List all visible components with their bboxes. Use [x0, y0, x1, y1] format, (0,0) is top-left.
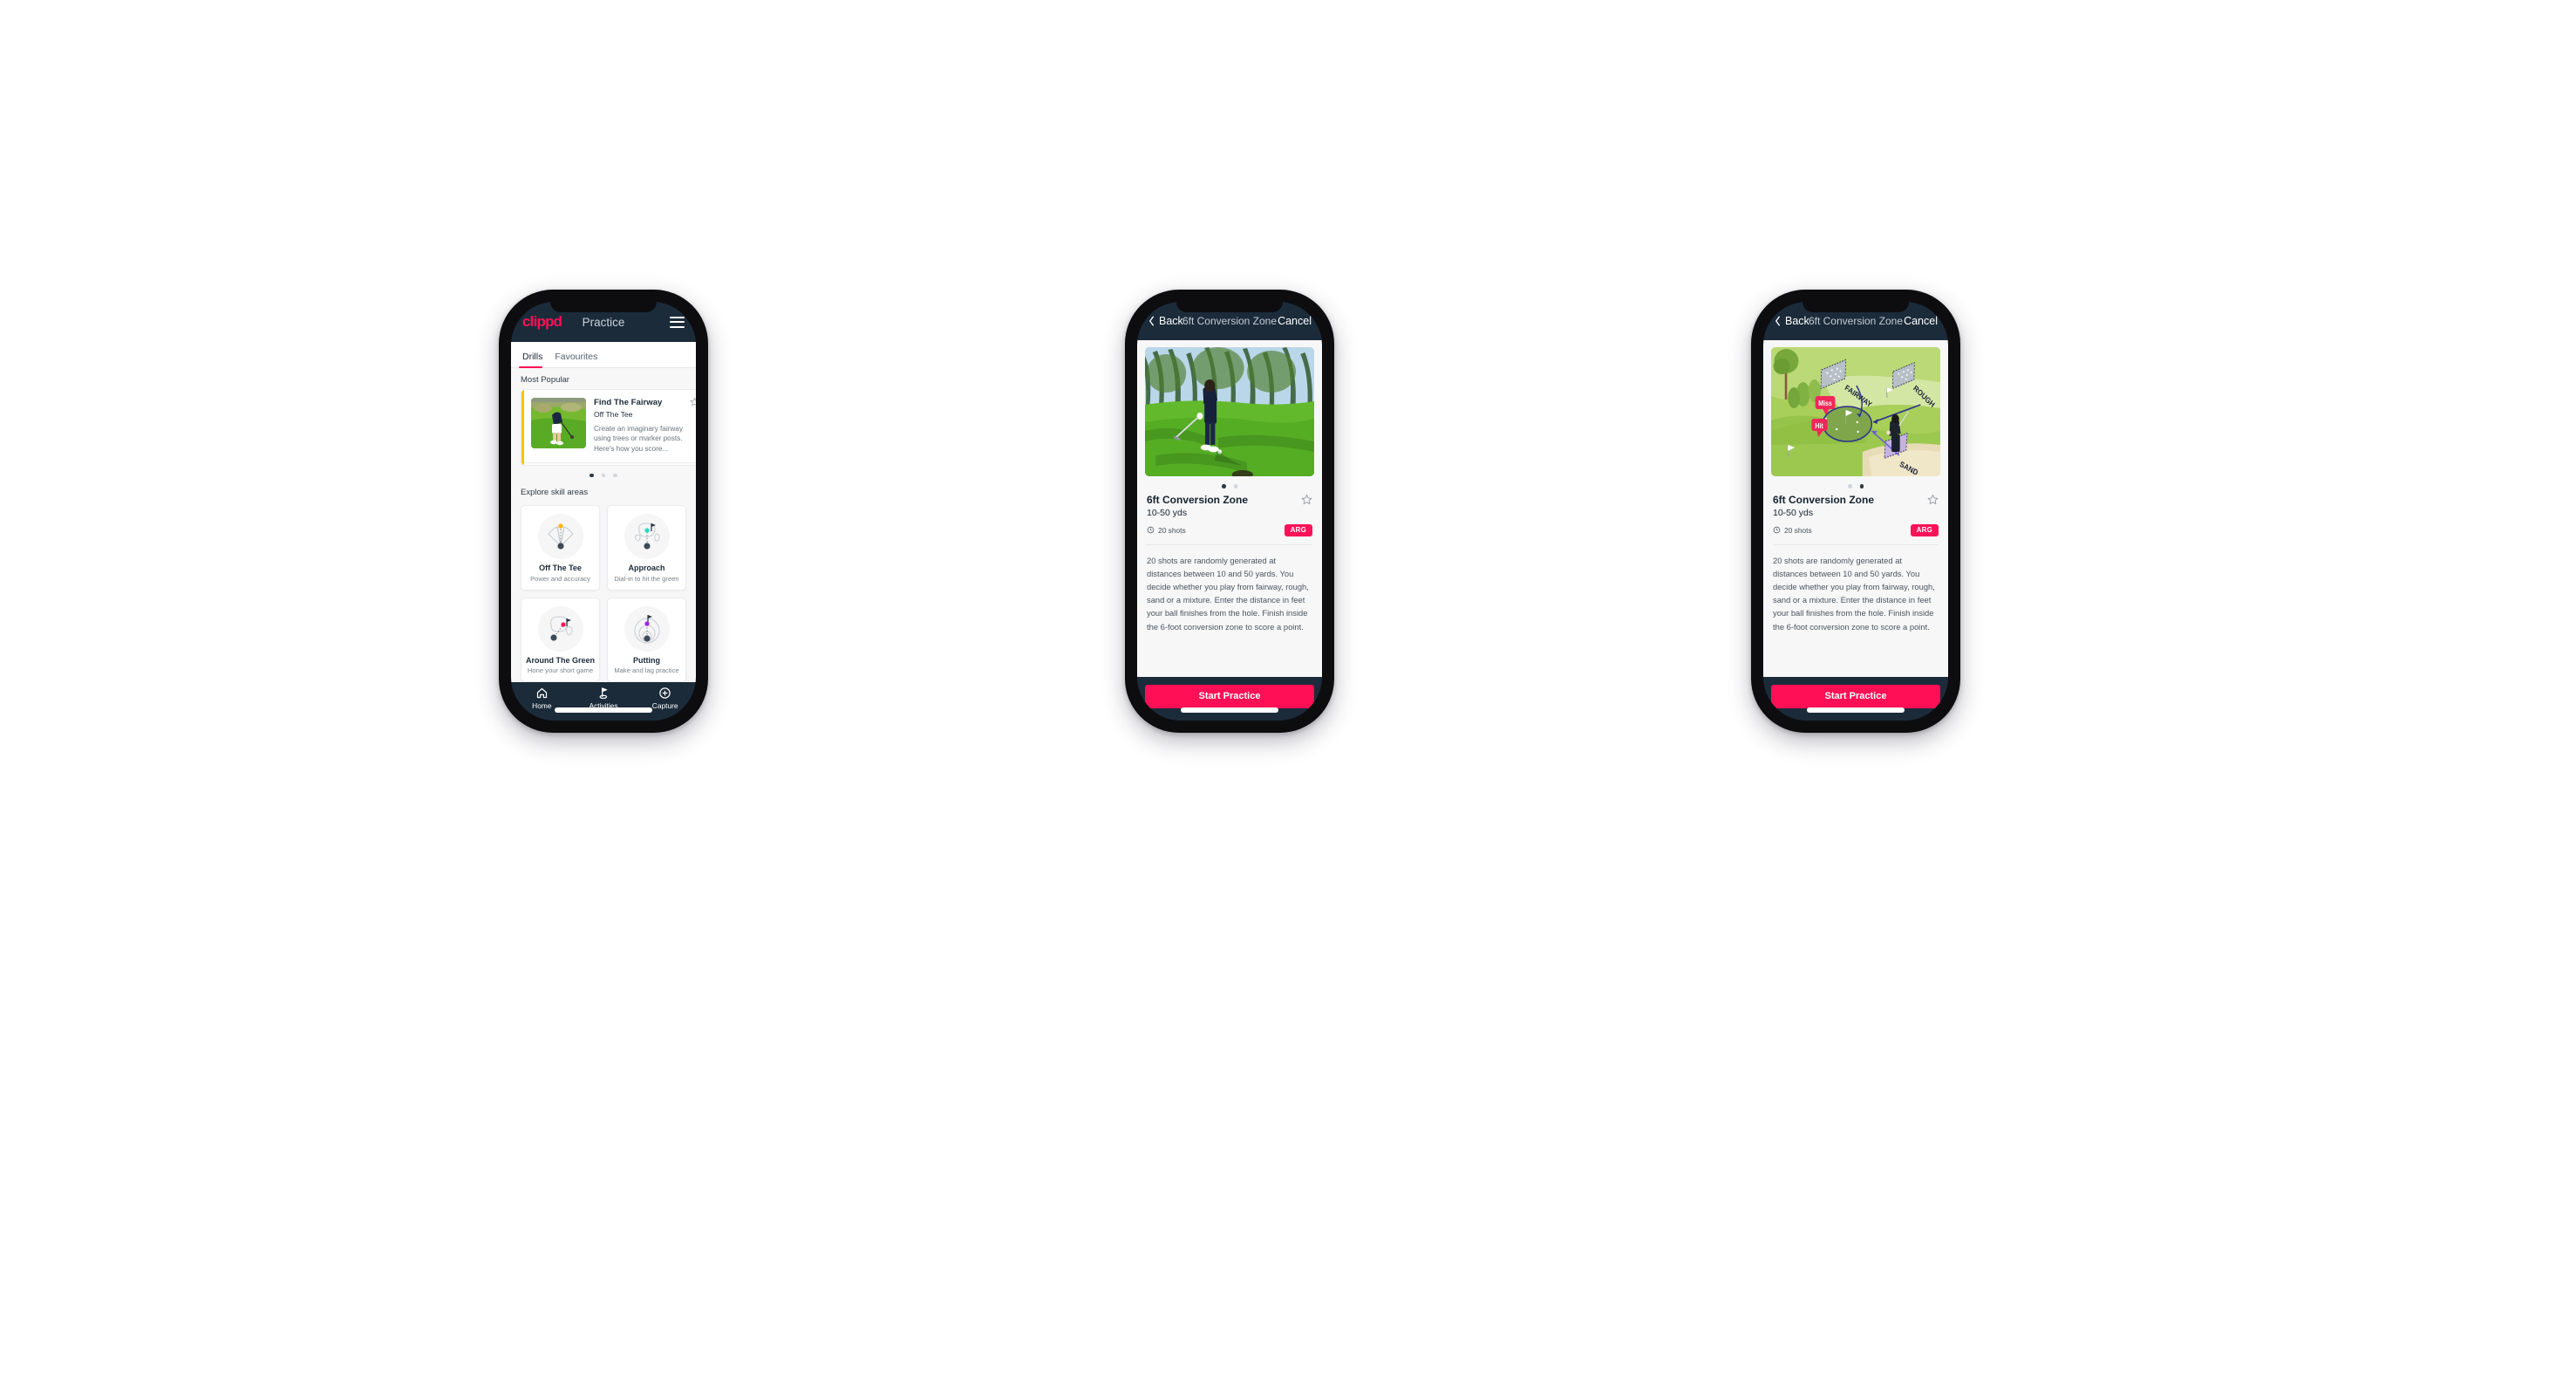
drill-distance: 10-50 yds — [1147, 507, 1188, 518]
drill-detail-header: 6ft Conversion Zone 10-50 yds 20 shots A… — [1763, 492, 1948, 536]
tab-drills[interactable]: Drills — [519, 352, 551, 368]
skill-card-around-the-green[interactable]: Around The Green Hone your short game — [521, 597, 600, 682]
skill-card-putting[interactable]: Putting Make and lag practice — [607, 597, 686, 682]
plus-circle-icon — [658, 687, 671, 700]
status-badge: ARG — [1910, 523, 1939, 536]
back-label: Back — [1785, 315, 1809, 327]
drill-carousel[interactable]: Find The Fairway Off The Tee Create an i… — [511, 389, 696, 466]
cancel-button[interactable]: Cancel — [1904, 315, 1938, 327]
phone-notch — [1803, 302, 1909, 312]
chevron-left-icon — [1774, 316, 1782, 326]
home-indicator — [555, 707, 652, 713]
nav-label: Capture — [651, 701, 678, 710]
phone-practice-list: clippd Practice Drills Favourites Most P… — [499, 290, 708, 733]
carousel-dot[interactable] — [1859, 484, 1864, 489]
carousel-dot[interactable] — [1222, 484, 1226, 489]
carousel-dot[interactable] — [1848, 484, 1852, 489]
skill-name: Off The Tee — [539, 564, 582, 572]
putting-rings-icon — [624, 605, 670, 652]
phone-drill-detail-photo: Back 6ft Conversion Zone Cancel 6ft Conv… — [1125, 290, 1334, 733]
golf-flag-icon — [597, 687, 610, 700]
drill-description: Create an imaginary fairway using trees … — [594, 424, 683, 454]
drill-thumbnail — [531, 398, 586, 448]
carousel-dot[interactable] — [589, 473, 594, 477]
skill-areas-grid: Off The Tee Power and accuracy Approach … — [511, 502, 696, 682]
shot-count: 20 shots — [1773, 526, 1812, 535]
tab-favourites[interactable]: Favourites — [551, 352, 606, 367]
carousel-dot[interactable] — [613, 473, 617, 477]
skill-card-approach[interactable]: Approach Dial-in to hit the green — [607, 505, 686, 591]
nav-item-activities[interactable]: Activities — [573, 687, 635, 710]
drill-card[interactable]: Find The Fairway Off The Tee Create an i… — [521, 389, 696, 466]
shot-count: 20 shots — [1147, 526, 1186, 535]
drill-detail-screen: FAIRWAY ROUGH SAND Miss Hit 6ft Conversi… — [1763, 340, 1948, 677]
explore-skill-areas-label: Explore skill areas — [521, 488, 589, 497]
back-label: Back — [1159, 315, 1183, 327]
start-practice-button[interactable]: Start Practice — [1145, 685, 1314, 708]
star-outline-icon[interactable] — [690, 397, 696, 407]
skill-name: Putting — [633, 655, 660, 665]
skill-name: Around The Green — [525, 655, 595, 665]
drill-description: 20 shots are randomly generated at dista… — [1147, 555, 1309, 632]
drill-detail-header: 6ft Conversion Zone 10-50 yds 20 shots A… — [1137, 492, 1322, 536]
drill-card-footer: 10 shots OTT — [521, 462, 696, 465]
back-button[interactable]: Back — [1148, 315, 1183, 327]
tee-dispersion-icon — [537, 514, 583, 559]
most-popular-label: Most Popular — [521, 375, 569, 385]
home-indicator — [1181, 707, 1278, 713]
bottom-navigation: Home Activities Capture — [511, 682, 696, 721]
cta-container: Start Practice — [1137, 677, 1322, 721]
start-practice-button[interactable]: Start Practice — [1771, 685, 1940, 708]
drill-title: Find The Fairway — [594, 398, 663, 407]
phone-drill-detail-illustration: Back 6ft Conversion Zone Cancel FAIRWAY … — [1751, 290, 1960, 733]
svg-text:Hit: Hit — [1815, 422, 1823, 431]
drill-title: 6ft Conversion Zone — [1147, 493, 1249, 506]
skill-desc: Hone your short game — [527, 666, 594, 674]
chip-green-icon — [537, 605, 583, 652]
carousel-dot[interactable] — [1233, 484, 1237, 489]
drill-subtitle: Off The Tee — [594, 409, 633, 419]
cta-container: Start Practice — [1763, 677, 1948, 721]
nav-item-home[interactable]: Home — [511, 687, 573, 710]
drill-distance: 10-50 yds — [1773, 507, 1814, 518]
card-accent-bar — [521, 390, 524, 465]
chevron-left-icon — [1148, 316, 1155, 326]
clippd-logo[interactable]: clippd — [522, 313, 562, 331]
screenshot-canvas: clippd Practice Drills Favourites Most P… — [0, 0, 2576, 1387]
green-approach-icon — [624, 514, 670, 559]
star-outline-icon[interactable] — [1927, 494, 1939, 505]
nav-label: Home — [532, 701, 552, 710]
carousel-dots[interactable] — [1137, 476, 1322, 492]
back-button[interactable]: Back — [1774, 315, 1809, 327]
skill-desc: Power and accuracy — [530, 574, 590, 583]
home-indicator — [1807, 707, 1905, 713]
skill-name: Approach — [628, 564, 665, 572]
tab-bar: Drills Favourites — [511, 342, 696, 368]
status-badge: ARG — [1284, 523, 1312, 536]
shot-count-label: 20 shots — [1158, 525, 1186, 535]
clock-icon — [1147, 526, 1155, 534]
carousel-dots[interactable] — [511, 466, 696, 482]
hamburger-icon[interactable] — [670, 316, 685, 328]
nav-item-capture[interactable]: Capture — [634, 687, 696, 710]
skill-desc: Dial-in to hit the green — [614, 574, 679, 583]
svg-text:Miss: Miss — [1818, 400, 1832, 408]
drill-detail-screen: 6ft Conversion Zone 10-50 yds 20 shots A… — [1137, 340, 1322, 677]
star-outline-icon[interactable] — [1301, 494, 1312, 505]
phone-notch — [1176, 302, 1283, 312]
skill-card-off-the-tee[interactable]: Off The Tee Power and accuracy — [521, 505, 600, 591]
skill-desc: Make and lag practice — [614, 666, 679, 674]
drill-hero-illustration[interactable]: FAIRWAY ROUGH SAND Miss Hit — [1771, 347, 1940, 476]
cancel-button[interactable]: Cancel — [1278, 315, 1312, 327]
shot-count-label: 20 shots — [1784, 525, 1812, 535]
drill-hero-photo[interactable] — [1145, 347, 1314, 476]
home-icon — [535, 687, 549, 700]
drill-title: 6ft Conversion Zone — [1773, 493, 1875, 506]
practice-screen: Drills Favourites Most Popular Find The … — [511, 342, 696, 682]
clock-icon — [1773, 526, 1781, 534]
carousel-dot[interactable] — [601, 473, 606, 477]
drill-description: 20 shots are randomly generated at dista… — [1773, 555, 1935, 632]
phone-notch — [550, 302, 657, 312]
carousel-dots[interactable] — [1763, 476, 1948, 492]
